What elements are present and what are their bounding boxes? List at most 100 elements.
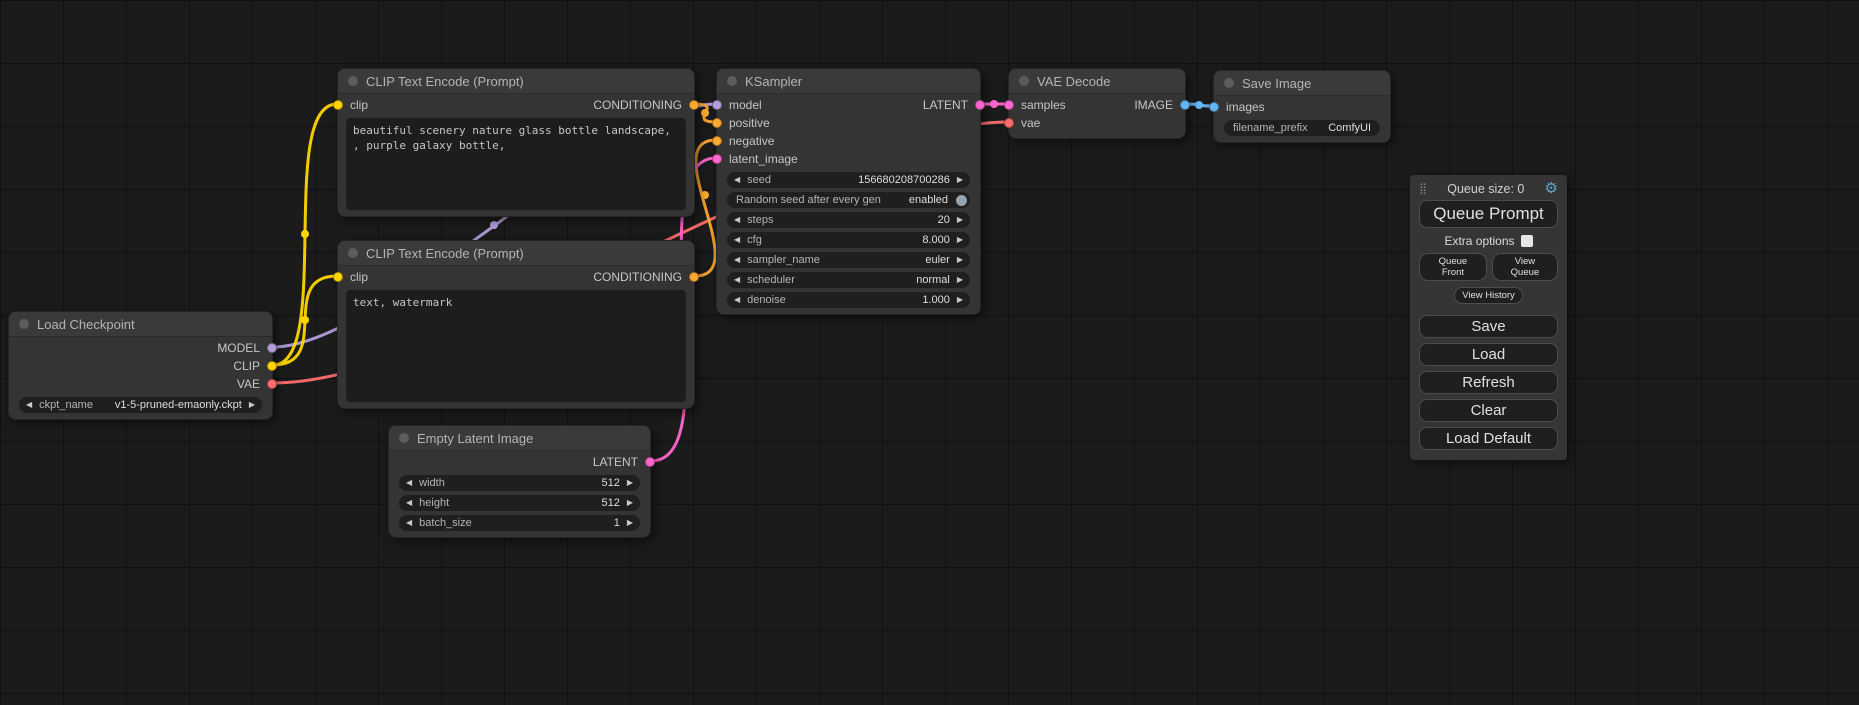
latent-port-dot[interactable]	[712, 154, 722, 164]
output-slot-conditioning[interactable]: CONDITIONING	[593, 270, 694, 284]
widget-seed-control[interactable]: Random seed after every gen enabled	[727, 192, 970, 208]
widget-ckpt-name[interactable]: ◀ ckpt_name v1-5-pruned-emaonly.ckpt ▶	[19, 397, 262, 413]
arrow-right-icon[interactable]: ▶	[627, 479, 633, 487]
collapse-toggle-icon[interactable]	[1019, 76, 1029, 86]
node-title-bar[interactable]: Save Image	[1214, 71, 1390, 96]
arrow-left-icon[interactable]: ◀	[734, 236, 740, 244]
widget-height[interactable]: ◀ height 512 ▶	[399, 495, 640, 511]
arrow-right-icon[interactable]: ▶	[957, 236, 963, 244]
collapse-toggle-icon[interactable]	[348, 76, 358, 86]
vae-port-dot[interactable]	[267, 379, 277, 389]
arrow-right-icon[interactable]: ▶	[627, 519, 633, 527]
view-queue-button[interactable]: View Queue	[1492, 253, 1558, 281]
output-slot-clip[interactable]: CLIP	[233, 359, 272, 373]
clip-port-dot[interactable]	[333, 100, 343, 110]
clip-port-dot[interactable]	[333, 272, 343, 282]
arrow-left-icon[interactable]: ◀	[406, 519, 412, 527]
arrow-right-icon[interactable]: ▶	[957, 296, 963, 304]
arrow-left-icon[interactable]: ◀	[734, 216, 740, 224]
arrow-right-icon[interactable]: ▶	[627, 499, 633, 507]
collapse-toggle-icon[interactable]	[1224, 78, 1234, 88]
output-slot-latent[interactable]: LATENT	[593, 455, 650, 469]
collapse-toggle-icon[interactable]	[399, 433, 409, 443]
node-ksampler[interactable]: KSampler model LATENT positive	[716, 68, 981, 315]
arrow-left-icon[interactable]: ◀	[406, 479, 412, 487]
widget-batch-size[interactable]: ◀ batch_size 1 ▶	[399, 515, 640, 531]
refresh-button[interactable]: Refresh	[1419, 371, 1558, 394]
input-slot-model[interactable]: model	[717, 98, 762, 112]
input-slot-positive[interactable]: positive	[717, 116, 770, 130]
widget-width[interactable]: ◀ width 512 ▶	[399, 475, 640, 491]
widget-steps[interactable]: ◀ steps 20 ▶	[727, 212, 970, 228]
node-title-bar[interactable]: VAE Decode	[1009, 69, 1185, 94]
output-slot-image[interactable]: IMAGE	[1134, 98, 1185, 112]
vae-port-dot[interactable]	[1004, 118, 1014, 128]
load-button[interactable]: Load	[1419, 343, 1558, 366]
collapse-toggle-icon[interactable]	[19, 319, 29, 329]
node-title-bar[interactable]: CLIP Text Encode (Prompt)	[338, 69, 694, 94]
conditioning-port-dot[interactable]	[689, 272, 699, 282]
output-slot-vae[interactable]: VAE	[237, 377, 272, 391]
negative-prompt-textarea[interactable]: text, watermark	[346, 290, 686, 402]
arrow-left-icon[interactable]: ◀	[734, 176, 740, 184]
latent-port-dot[interactable]	[1004, 100, 1014, 110]
arrow-right-icon[interactable]: ▶	[249, 401, 255, 409]
save-button[interactable]: Save	[1419, 315, 1558, 338]
input-slot-samples[interactable]: samples	[1009, 98, 1066, 112]
node-clip-text-encode-negative[interactable]: CLIP Text Encode (Prompt) clip CONDITION…	[337, 240, 695, 409]
extra-options-checkbox[interactable]	[1521, 235, 1533, 247]
input-slot-vae[interactable]: vae	[1009, 116, 1040, 130]
arrow-left-icon[interactable]: ◀	[26, 401, 32, 409]
arrow-left-icon[interactable]: ◀	[734, 256, 740, 264]
collapse-toggle-icon[interactable]	[727, 76, 737, 86]
arrow-right-icon[interactable]: ▶	[957, 256, 963, 264]
node-title-bar[interactable]: Load Checkpoint	[9, 312, 272, 337]
image-port-dot[interactable]	[1180, 100, 1190, 110]
load-default-button[interactable]: Load Default	[1419, 427, 1558, 450]
input-slot-clip[interactable]: clip	[338, 98, 368, 112]
clear-button[interactable]: Clear	[1419, 399, 1558, 422]
node-vae-decode[interactable]: VAE Decode samples IMAGE vae	[1008, 68, 1186, 139]
widget-sampler-name[interactable]: ◀ sampler_name euler ▶	[727, 252, 970, 268]
seed-control-knob-icon[interactable]	[956, 195, 967, 206]
widget-seed[interactable]: ◀ seed 156680208700286 ▶	[727, 172, 970, 188]
input-slot-images[interactable]: images	[1214, 100, 1265, 114]
node-load-checkpoint[interactable]: Load Checkpoint MODEL CLIP VAE	[8, 311, 273, 420]
latent-port-dot[interactable]	[645, 457, 655, 467]
node-title-bar[interactable]: Empty Latent Image	[389, 426, 650, 451]
input-slot-latent-image[interactable]: latent_image	[717, 152, 798, 166]
clip-port-dot[interactable]	[267, 361, 277, 371]
model-port-dot[interactable]	[712, 100, 722, 110]
arrow-right-icon[interactable]: ▶	[957, 216, 963, 224]
node-title-bar[interactable]: KSampler	[717, 69, 980, 94]
widget-denoise[interactable]: ◀ denoise 1.000 ▶	[727, 292, 970, 308]
node-title-bar[interactable]: CLIP Text Encode (Prompt)	[338, 241, 694, 266]
output-slot-conditioning[interactable]: CONDITIONING	[593, 98, 694, 112]
node-empty-latent-image[interactable]: Empty Latent Image LATENT ◀ width 512 ▶ …	[388, 425, 651, 538]
arrow-left-icon[interactable]: ◀	[406, 499, 412, 507]
widget-cfg[interactable]: ◀ cfg 8.000 ▶	[727, 232, 970, 248]
latent-port-dot[interactable]	[975, 100, 985, 110]
arrow-right-icon[interactable]: ▶	[957, 276, 963, 284]
node-save-image[interactable]: Save Image images filename_prefix ComfyU…	[1213, 70, 1391, 143]
node-graph-canvas[interactable]: Load Checkpoint MODEL CLIP VAE	[0, 0, 1859, 705]
input-slot-negative[interactable]: negative	[717, 134, 774, 148]
conditioning-port-dot[interactable]	[712, 136, 722, 146]
node-clip-text-encode-positive[interactable]: CLIP Text Encode (Prompt) clip CONDITION…	[337, 68, 695, 217]
arrow-left-icon[interactable]: ◀	[734, 276, 740, 284]
widget-scheduler[interactable]: ◀ scheduler normal ▶	[727, 272, 970, 288]
image-port-dot[interactable]	[1209, 102, 1219, 112]
collapse-toggle-icon[interactable]	[348, 248, 358, 258]
output-slot-model[interactable]: MODEL	[217, 341, 272, 355]
widget-filename-prefix[interactable]: filename_prefix ComfyUI	[1224, 120, 1380, 136]
model-port-dot[interactable]	[267, 343, 277, 353]
positive-prompt-textarea[interactable]: beautiful scenery nature glass bottle la…	[346, 118, 686, 210]
view-history-button[interactable]: View History	[1454, 287, 1523, 304]
input-slot-clip[interactable]: clip	[338, 270, 368, 284]
arrow-right-icon[interactable]: ▶	[957, 176, 963, 184]
conditioning-port-dot[interactable]	[689, 100, 699, 110]
queue-prompt-button[interactable]: Queue Prompt	[1419, 200, 1558, 228]
queue-front-button[interactable]: Queue Front	[1419, 253, 1487, 281]
settings-gear-icon[interactable]: ⚙	[1545, 181, 1558, 196]
output-slot-latent[interactable]: LATENT	[923, 98, 980, 112]
